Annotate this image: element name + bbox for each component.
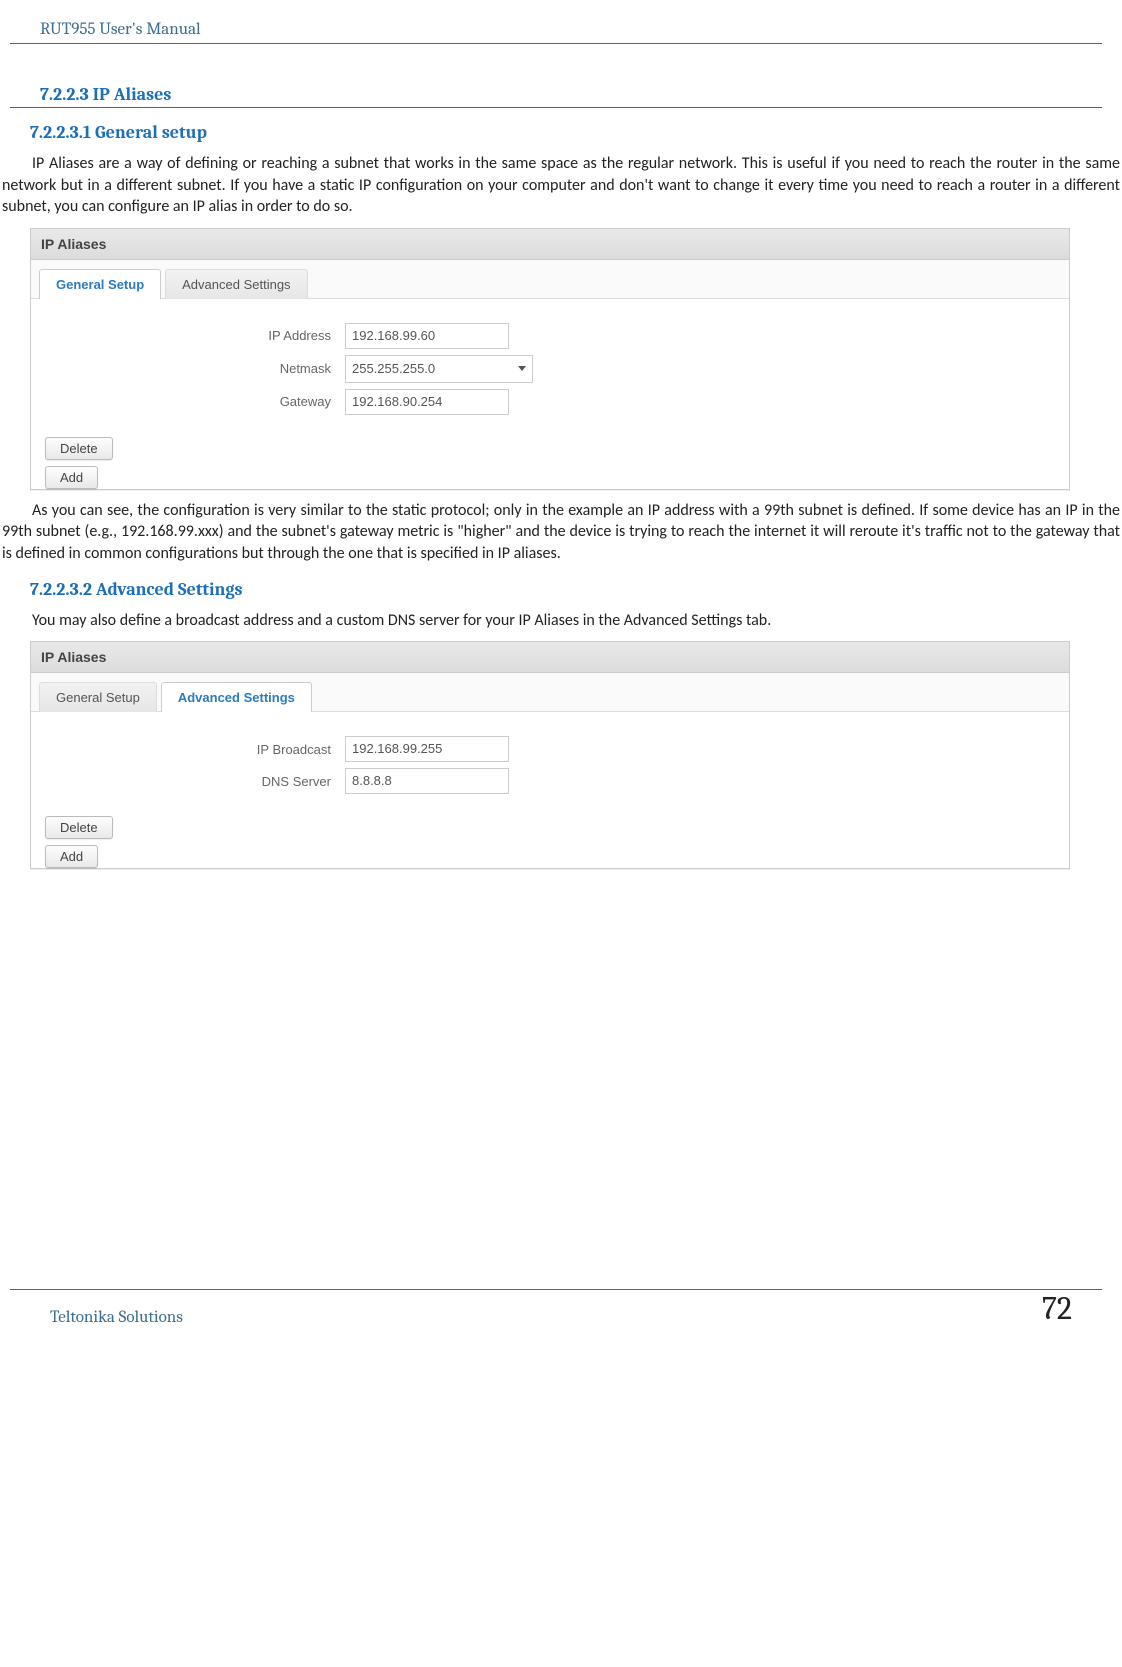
- label-ip-broadcast: IP Broadcast: [31, 742, 345, 757]
- paragraph-intro: IP Aliases are a way of defining or reac…: [0, 153, 1122, 218]
- add-button[interactable]: Add: [45, 845, 98, 868]
- tab-general-setup[interactable]: General Setup: [39, 682, 157, 712]
- select-netmask[interactable]: 255.255.255.0: [345, 355, 533, 383]
- label-dns-server: DNS Server: [31, 774, 345, 789]
- select-netmask-value: 255.255.255.0: [352, 357, 435, 381]
- label-netmask: Netmask: [31, 361, 345, 376]
- footer-company: Teltonika Solutions: [50, 1302, 183, 1327]
- form-body: IP Address 192.168.99.60 Netmask 255.255…: [31, 299, 1069, 431]
- heading-ip-aliases: 7.2.2.3 IP Aliases: [10, 84, 1102, 108]
- panel-title: IP Aliases: [31, 642, 1069, 673]
- tab-general-setup[interactable]: General Setup: [39, 269, 161, 299]
- tabs: General Setup Advanced Settings: [31, 260, 1069, 299]
- paragraph-after-ss1: As you can see, the configuration is ver…: [0, 500, 1122, 565]
- screenshot-advanced: IP Aliases General Setup Advanced Settin…: [30, 641, 1070, 869]
- delete-button[interactable]: Delete: [45, 816, 113, 839]
- screenshot-general: IP Aliases General Setup Advanced Settin…: [30, 228, 1070, 490]
- input-ip-address[interactable]: 192.168.99.60: [345, 323, 509, 349]
- heading-advanced-settings: 7.2.2.3.2 Advanced Settings: [0, 579, 1122, 600]
- paragraph-advanced: You may also define a broadcast address …: [0, 610, 1122, 632]
- doc-header: RUT955 User's Manual: [10, 20, 1102, 44]
- delete-button[interactable]: Delete: [45, 437, 113, 460]
- input-ip-broadcast[interactable]: 192.168.99.255: [345, 736, 509, 762]
- add-button[interactable]: Add: [45, 466, 98, 489]
- tabs: General Setup Advanced Settings: [31, 673, 1069, 712]
- input-gateway[interactable]: 192.168.90.254: [345, 389, 509, 415]
- chevron-down-icon: [518, 366, 526, 371]
- tab-advanced-settings[interactable]: Advanced Settings: [161, 682, 312, 712]
- input-dns-server[interactable]: 8.8.8.8: [345, 768, 509, 794]
- label-gateway: Gateway: [31, 394, 345, 409]
- panel-title: IP Aliases: [31, 229, 1069, 260]
- label-ip-address: IP Address: [31, 328, 345, 343]
- form-body: IP Broadcast 192.168.99.255 DNS Server 8…: [31, 712, 1069, 810]
- heading-general-setup: 7.2.2.3.1 General setup: [0, 122, 1122, 143]
- page-number: 72: [1042, 1290, 1072, 1327]
- tab-advanced-settings[interactable]: Advanced Settings: [165, 269, 307, 299]
- footer: Teltonika Solutions 72: [10, 1289, 1102, 1357]
